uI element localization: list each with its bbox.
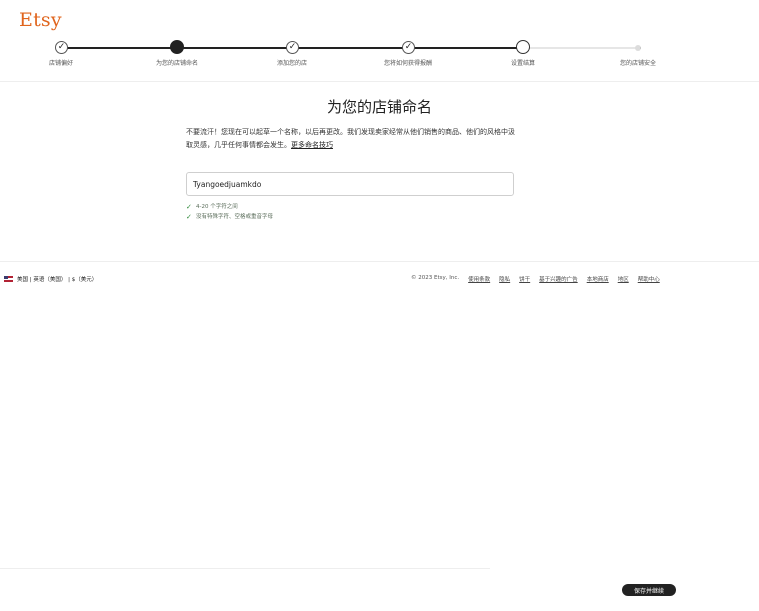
divider bbox=[0, 261, 759, 262]
footer-links: © 2023 Etsy, Inc. 使用条款 隐私 饼干 基于兴趣的广告 本地商… bbox=[411, 275, 660, 283]
step-5-circle[interactable] bbox=[516, 40, 530, 54]
naming-tips-link[interactable]: 更多命名技巧 bbox=[291, 141, 333, 149]
footer-link-help[interactable]: 帮助中心 bbox=[638, 275, 660, 283]
step-label: 设置结算 bbox=[510, 60, 536, 67]
check-icon: ✓ bbox=[186, 203, 192, 211]
save-and-continue-button[interactable]: 保存并继续 bbox=[622, 584, 676, 596]
description: 不要流汗！您现在可以起草一个名称，以后再更改。我们发现卖家经常从他们销售的商品、… bbox=[186, 126, 516, 152]
footer-link-privacy[interactable]: 隐私 bbox=[499, 275, 510, 283]
divider bbox=[0, 568, 490, 569]
step-3-check-icon[interactable]: ✓ bbox=[286, 41, 299, 54]
footer-link-terms[interactable]: 使用条款 bbox=[468, 275, 490, 283]
step-1-check-icon[interactable]: ✓ bbox=[55, 41, 68, 54]
footer-link-cookies[interactable]: 饼干 bbox=[519, 275, 530, 283]
step-2-current-dot[interactable] bbox=[170, 40, 184, 54]
requirement-text: 没有特殊字符、空格或重音字母 bbox=[196, 214, 274, 220]
step-label: 添加您的店 bbox=[276, 60, 308, 67]
copyright: © 2023 Etsy, Inc. bbox=[411, 275, 460, 281]
name-requirements: ✓ 4-20 个字符之间 ✓ 没有特殊字符、空格或重音字母 bbox=[186, 202, 273, 222]
requirement-item: ✓ 没有特殊字符、空格或重音字母 bbox=[186, 212, 273, 222]
footer-link-interest-ads[interactable]: 基于兴趣的广告 bbox=[539, 275, 578, 283]
check-icon: ✓ bbox=[186, 213, 192, 221]
step-6-dot bbox=[635, 45, 641, 51]
step-label: 您将如何获得报酬 bbox=[383, 60, 433, 67]
step-label: 您的店铺安全 bbox=[619, 60, 657, 67]
step-label: 为您的店铺命名 bbox=[155, 60, 199, 67]
shop-name-input[interactable] bbox=[186, 172, 514, 196]
us-flag-icon bbox=[4, 276, 13, 282]
step-label: 店铺偏好 bbox=[48, 60, 74, 67]
locale-text: 美国 | 英语（美国） | $（美元） bbox=[17, 277, 98, 283]
step-4-check-icon[interactable]: ✓ bbox=[402, 41, 415, 54]
progress-track-remaining bbox=[523, 47, 638, 49]
requirement-text: 4-20 个字符之间 bbox=[196, 204, 238, 210]
footer-link-regions[interactable]: 地区 bbox=[618, 275, 629, 283]
requirement-item: ✓ 4-20 个字符之间 bbox=[186, 202, 273, 212]
page-title: 为您的店铺命名 bbox=[326, 98, 432, 116]
footer-link-local-shops[interactable]: 本地商店 bbox=[587, 275, 609, 283]
description-text: 不要流汗！您现在可以起草一个名称，以后再更改。我们发现卖家经常从他们销售的商品、… bbox=[186, 128, 515, 149]
divider bbox=[0, 81, 759, 82]
etsy-logo[interactable]: Etsy bbox=[19, 9, 62, 31]
locale-selector[interactable]: 美国 | 英语（美国） | $（美元） bbox=[4, 275, 97, 283]
